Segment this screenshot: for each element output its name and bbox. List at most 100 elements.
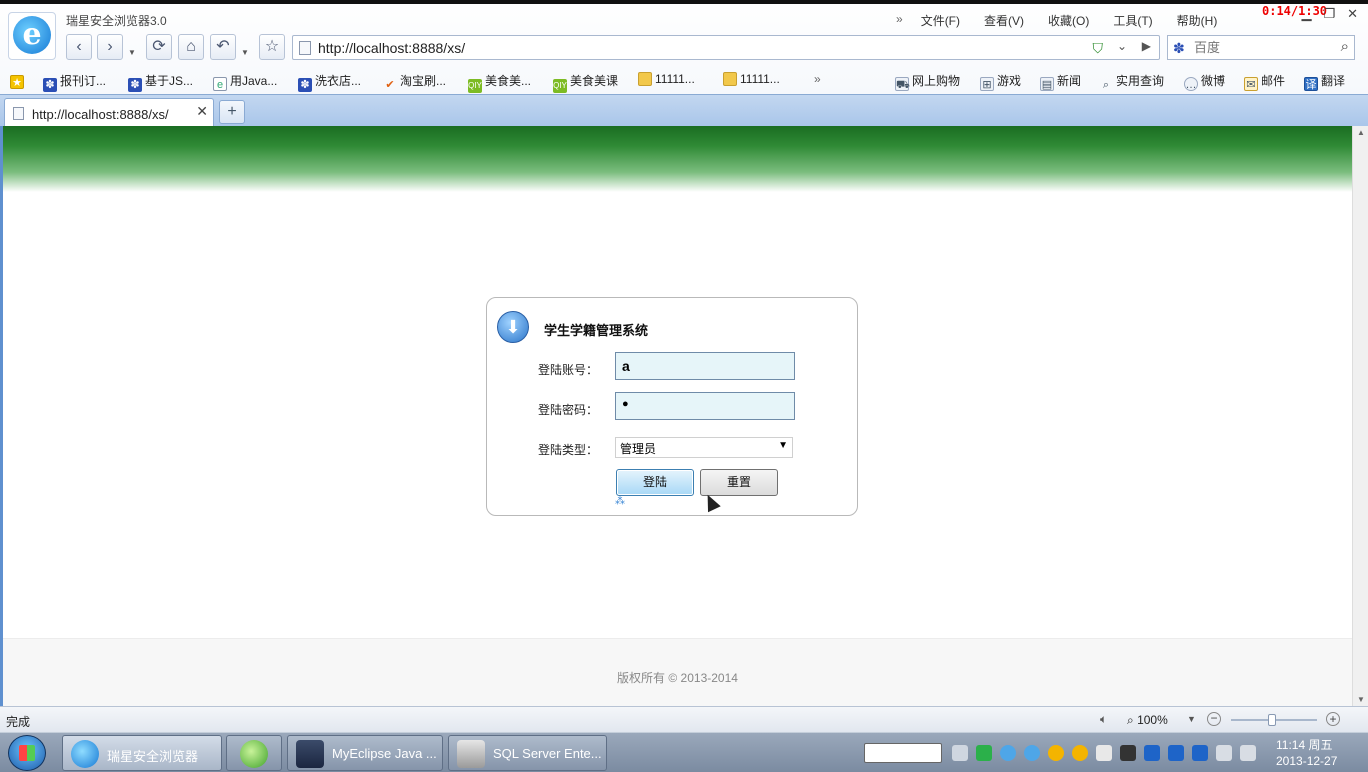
- account-label: 登陆账号：: [538, 363, 599, 377]
- favorites-bar: ★ ✽ 报刊订... ✽ 基于JS... e 用Java... ✽ 洗衣店... ✔ 淘宝…: [0, 68, 1368, 93]
- favorite-item[interactable]: ✽ 基于JS...: [128, 72, 193, 92]
- close-tab-icon[interactable]: ✕: [196, 103, 208, 120]
- favorite-folder[interactable]: 11111...: [638, 72, 695, 86]
- status-bar: 完成 🔈︎ ⌕ 100% ▼ − +: [0, 706, 1368, 732]
- address-dropdown-icon[interactable]: ⌄: [1117, 39, 1127, 53]
- task-sql-server[interactable]: SQL Server Ente...: [448, 735, 607, 771]
- qq-icon[interactable]: [1048, 745, 1064, 761]
- vertical-scrollbar[interactable]: ▲ ▼: [1352, 126, 1368, 706]
- header-banner: [3, 126, 1352, 192]
- menu-help[interactable]: 帮助(H): [1177, 12, 1218, 29]
- home-button[interactable]: ⌂: [178, 34, 204, 60]
- iqiyi-icon: QIY: [468, 79, 482, 93]
- network-icon[interactable]: [1168, 745, 1184, 761]
- translate-icon: 译: [1304, 77, 1318, 91]
- mail-icon: ✉: [1244, 77, 1258, 91]
- favorite-item[interactable]: ✔ 淘宝刷...: [383, 72, 446, 92]
- menu-tools[interactable]: 工具(T): [1113, 12, 1152, 29]
- favorite-item[interactable]: ✽ 洗衣店...: [298, 72, 361, 92]
- password-label: 登陆密码：: [538, 403, 599, 417]
- undo-dropdown-icon[interactable]: ▼: [241, 48, 249, 57]
- baidu-paw-icon[interactable]: ✽: [1173, 40, 1185, 57]
- close-window-icon[interactable]: ✕: [1347, 6, 1358, 22]
- tray-search-box[interactable]: [864, 743, 942, 763]
- monitor-icon[interactable]: [1216, 745, 1232, 761]
- quick-link-games[interactable]: ⊞ 游戏: [980, 72, 1021, 91]
- keyboard-icon[interactable]: [952, 745, 968, 761]
- menu-more-icon[interactable]: »: [896, 12, 903, 29]
- menu-favorites[interactable]: 收藏(O): [1048, 12, 1089, 29]
- back-button[interactable]: ‹: [66, 34, 92, 60]
- undo-button[interactable]: ↶: [210, 34, 236, 60]
- search-icon[interactable]: ⌕: [1341, 38, 1349, 55]
- quick-link-news[interactable]: ▤ 新闻: [1040, 72, 1081, 91]
- task-quicklaunch[interactable]: [226, 735, 282, 771]
- tool-icon[interactable]: [1120, 745, 1136, 761]
- restore-icon[interactable]: ❐: [1323, 6, 1335, 22]
- shield-icon[interactable]: [1144, 745, 1160, 761]
- zoom-level[interactable]: ⌕ 100%: [1127, 713, 1168, 728]
- page-icon: [299, 41, 311, 55]
- minimize-icon[interactable]: ▁: [1301, 6, 1311, 22]
- favorite-item[interactable]: QIY 美食美课: [553, 72, 618, 93]
- favorite-item[interactable]: e 用Java...: [213, 72, 277, 91]
- qq-icon[interactable]: [1072, 745, 1088, 761]
- weibo-icon: …: [1184, 77, 1198, 91]
- quick-link-mail[interactable]: ✉ 邮件: [1244, 72, 1285, 91]
- tab-title: http://localhost:8888/xs/: [32, 107, 169, 122]
- zoom-dropdown-icon[interactable]: ▼: [1187, 714, 1196, 724]
- address-url[interactable]: http://localhost:8888/xs/: [318, 40, 465, 56]
- address-bar[interactable]: http://localhost:8888/xs/ ⛉ ⌄ ▶: [292, 35, 1160, 60]
- zoom-out-icon[interactable]: −: [1207, 712, 1221, 726]
- speaker-icon[interactable]: 🔈︎: [1100, 712, 1107, 727]
- security-shield-icon[interactable]: ⛉: [1093, 40, 1104, 57]
- menu-file[interactable]: 文件(F): [921, 12, 960, 29]
- task-myeclipse[interactable]: MyEclipse Java ...: [287, 735, 443, 771]
- cloud-icon[interactable]: [1024, 745, 1040, 761]
- quick-link-translate[interactable]: 译翻译: [1304, 72, 1345, 91]
- zoom-in-icon[interactable]: +: [1326, 712, 1340, 726]
- account-input[interactable]: a: [615, 352, 795, 380]
- menu-view[interactable]: 查看(V): [984, 12, 1024, 29]
- search-box[interactable]: ✽ ⌕: [1167, 35, 1355, 60]
- download-arrow-icon: ⬇: [497, 311, 529, 343]
- page-viewport: ⬇ 学生学籍管理系统 登陆账号： a 登陆密码： ● 登陆类型： 管理员 ▼ 登…: [0, 126, 1352, 706]
- start-button[interactable]: [8, 735, 46, 771]
- clock-date: 2013-12-27: [1276, 754, 1338, 768]
- go-icon[interactable]: ▶: [1142, 39, 1151, 53]
- tab-localhost[interactable]: http://localhost:8888/xs/ ✕: [4, 98, 214, 127]
- favorite-item[interactable]: QIY 美食美...: [468, 72, 531, 93]
- login-button[interactable]: 登陆: [616, 469, 694, 496]
- flag-icon[interactable]: [1192, 745, 1208, 761]
- quick-link-shopping[interactable]: ⛟ 网上购物: [895, 72, 960, 91]
- forward-dropdown-icon[interactable]: ▼: [128, 48, 136, 57]
- zoom-slider-thumb[interactable]: [1268, 714, 1276, 726]
- scroll-down-icon[interactable]: ▼: [1357, 695, 1365, 704]
- scroll-up-icon[interactable]: ▲: [1357, 128, 1365, 137]
- cloud-icon[interactable]: [1000, 745, 1016, 761]
- forward-button[interactable]: ›: [97, 34, 123, 60]
- login-type-select[interactable]: 管理员 ▼: [615, 437, 793, 458]
- window-controls: ▁ ❐ ✕: [1301, 6, 1358, 22]
- search-input[interactable]: [1194, 39, 1324, 56]
- new-tab-button[interactable]: +: [219, 100, 245, 124]
- favorite-star-button[interactable]: ☆: [259, 34, 285, 60]
- task-rising-browser[interactable]: 瑞星安全浏览器: [62, 735, 222, 771]
- quick-link-lookup[interactable]: ⌕ 实用查询: [1099, 72, 1164, 92]
- system-clock[interactable]: 11:14 周五 2013-12-27: [1276, 737, 1337, 769]
- search-icon: ⌕: [1102, 79, 1110, 91]
- favorite-item[interactable]: ✽ 报刊订...: [43, 72, 106, 92]
- password-input[interactable]: ●: [615, 392, 795, 420]
- favorite-folder[interactable]: 11111...: [723, 72, 780, 86]
- clock-time: 11:14 周五: [1276, 738, 1333, 752]
- volume-icon[interactable]: [1240, 745, 1256, 761]
- dropdown-arrow-icon[interactable]: ▼: [778, 440, 788, 451]
- document-icon[interactable]: [1096, 745, 1112, 761]
- status-text: 完成: [6, 715, 31, 729]
- quick-link-weibo[interactable]: … 微博: [1184, 72, 1225, 91]
- security-icon[interactable]: [976, 745, 992, 761]
- favorites-star-icon[interactable]: ★: [10, 72, 27, 89]
- forward-arrow-icon: ›: [107, 38, 113, 55]
- favorites-more-icon[interactable]: »: [814, 72, 821, 86]
- refresh-button[interactable]: ⟳: [146, 34, 172, 60]
